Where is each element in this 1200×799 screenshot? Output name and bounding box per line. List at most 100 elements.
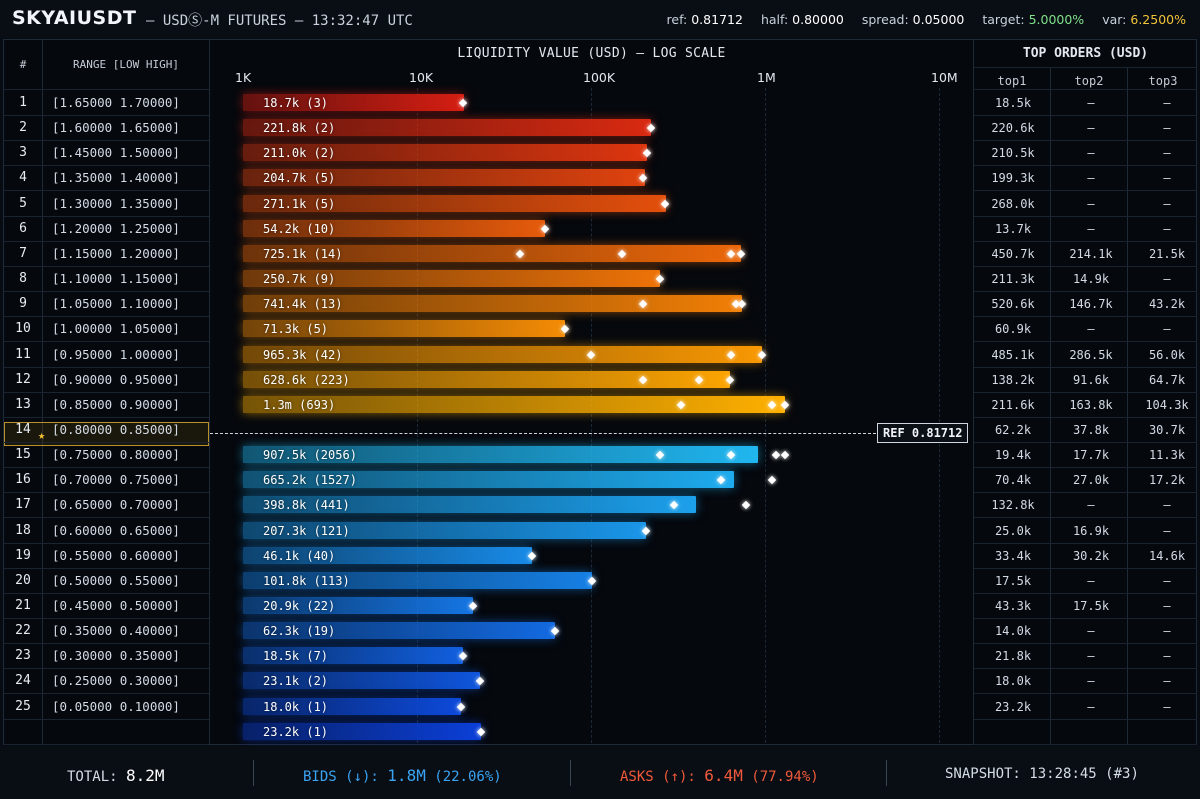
market-subtitle: — USDⓈ-M FUTURES — 13:32:47 UTC [146,13,413,29]
top3-value: 30.7k [1148,422,1186,437]
chart-title: LIQUIDITY VALUE (USD) — LOG SCALE [457,46,726,61]
bar-label: 725.1k (14) [263,246,343,261]
liquidity-bar[interactable]: 18.7k (3) [243,94,465,111]
liquidity-bar[interactable]: 628.6k (223) [243,370,730,388]
total-label: TOTAL: [67,769,118,785]
row-number: 7 [19,245,27,261]
table-row[interactable]: 22 [0.35000 0.40000] 14.0k – – [4,618,1196,643]
liquidity-bar[interactable]: 221.8k (2) [243,119,652,137]
total-value: 8.2M [126,766,165,785]
price-range: [0.45000 0.50000] [52,598,180,613]
top2-value: 146.7k [1069,297,1113,312]
snapshot-value: 13:28:45 (#3) [1029,766,1139,782]
row-number: 21 [15,598,31,613]
top2-value: – [1087,96,1095,110]
divider [886,760,887,786]
price-range: [0.80000 0.85000] [52,421,180,437]
ref-value: 0.81712 [691,12,743,27]
liquidity-bar[interactable]: 18.0k (1) [243,697,462,715]
axis-tick-label: 10M [931,70,958,85]
top1-value: 211.6k [991,397,1035,412]
liquidity-bar[interactable]: 271.1k (5) [243,194,667,212]
table-row[interactable]: 19 [0.55000 0.60000] 33.4k 30.2k 14.6k [4,543,1196,568]
top3-value: – [1163,196,1171,211]
bar-label: 54.2k (10) [263,221,336,236]
table-row[interactable]: 10 [1.00000 1.05000] 60.9k – – [4,316,1196,341]
liquidity-bar[interactable]: 1.3m (693) [243,395,785,413]
top3-value: 17.2k [1148,473,1186,488]
top3-value: – [1163,146,1171,161]
liquidity-bar[interactable]: 46.1k (40) [243,546,533,564]
table-row[interactable] [4,719,1196,744]
liquidity-bar[interactable]: 211.0k (2) [243,144,648,162]
liquidity-bar[interactable]: 725.1k (14) [243,244,741,262]
liquidity-bar[interactable]: 23.2k (1) [243,722,481,740]
top2-value: 16.9k [1072,523,1110,538]
var-label: var: [1102,12,1127,27]
liquidity-bar[interactable]: 907.5k (2056) [243,446,758,464]
liquidity-bar[interactable]: 207.3k (121) [243,521,647,539]
target-label: target: [982,12,1025,27]
price-range: [0.85000 0.90000] [52,396,180,412]
top1-value: 520.6k [991,297,1035,312]
top1-value: 199.3k [991,171,1035,186]
top3-value: 21.5k [1148,246,1186,261]
top3-value: – [1163,649,1171,664]
col-header-num: # [19,58,27,71]
row-number: 11 [15,346,31,362]
top2-value: – [1087,624,1095,639]
liquidity-bar[interactable]: 965.3k (42) [243,345,763,363]
top3-value: – [1163,221,1171,236]
price-range: [1.65000 1.70000] [52,95,180,110]
liquidity-bar[interactable]: 62.3k (19) [243,622,556,640]
bids-percent: (22.06%) [434,769,502,785]
top1-value: 268.0k [991,196,1035,211]
liquidity-bar[interactable]: 741.4k (13) [243,295,743,313]
divider [974,743,1197,745]
table-row[interactable]: 23 [0.30000 0.35000] 21.8k – – [4,643,1196,668]
table-row[interactable]: 25 [0.05000 0.10000] 23.2k – – [4,694,1196,719]
top2-value: 30.2k [1072,548,1110,563]
row-number: 6 [19,220,27,236]
liquidity-bar[interactable]: 20.9k (22) [243,597,473,614]
top3-value: – [1163,599,1171,613]
table-row[interactable]: 20 [0.50000 0.55000] 17.5k – – [4,568,1196,593]
top3-value: 56.0k [1148,347,1186,362]
row-number: 9 [19,296,27,312]
table-row[interactable]: 1 [1.65000 1.70000] 18.5k – – [4,90,1196,115]
liquidity-bar[interactable]: 71.3k (5) [243,320,566,338]
liquidity-bar[interactable]: 101.8k (113) [243,571,593,589]
top3-value: – [1163,121,1171,136]
bar-label: 741.4k (13) [263,297,343,312]
bids-value: 1.8M [387,766,426,785]
row-number: 5 [19,195,27,211]
top-orders-title: TOP ORDERS (USD) [1022,46,1149,61]
divider [4,743,209,745]
liquidity-bar[interactable]: 23.1k (2) [243,672,481,690]
var-stat: var: 6.2500% [1102,12,1186,27]
liquidity-bar[interactable]: 665.2k (1527) [243,471,735,489]
top2-value: 286.5k [1069,347,1113,362]
top3-value: 11.3k [1148,448,1186,463]
table-row[interactable]: 14 [0.80000 0.85000] 62.2k 37.8k 30.7k [4,417,1196,442]
liquidity-bar[interactable]: 398.8k (441) [243,496,696,514]
row-number: 1 [19,95,27,110]
liquidity-bar[interactable]: 54.2k (10) [243,219,545,237]
table-row[interactable]: 6 [1.20000 1.25000] 13.7k – – [4,216,1196,241]
top2-value: 163.8k [1069,397,1113,412]
ref-label: ref: [666,12,688,27]
liquidity-bar[interactable]: 18.5k (7) [243,647,464,665]
reference-price-line [210,433,876,434]
table-row[interactable]: 24 [0.25000 0.30000] 18.0k – – [4,668,1196,693]
top3-value: – [1163,272,1171,287]
table-row[interactable]: 21 [0.45000 0.50000] 43.3k 17.5k – [4,593,1196,618]
top1-value: 13.7k [994,221,1032,236]
liquidity-bar[interactable]: 250.7k (9) [243,270,661,288]
price-range: [0.90000 0.95000] [52,371,180,387]
liquidity-bar[interactable]: 204.7k (5) [243,169,646,187]
header-bar: SKYAIUSDT — USDⓈ-M FUTURES — 13:32:47 UT… [0,0,1200,38]
bar-label: 71.3k (5) [263,322,329,337]
bar-label: 1.3m (693) [263,397,336,412]
bar-label: 23.2k (1) [263,724,329,739]
row-number: 17 [15,497,31,513]
